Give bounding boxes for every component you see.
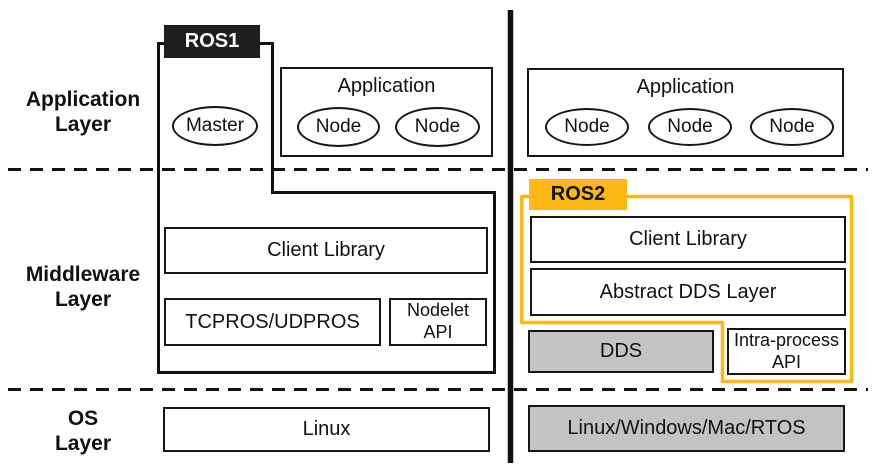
ros2-badge: ROS2 (529, 179, 627, 210)
intra-process-api-line2: API (772, 352, 801, 374)
application-layer-label-line1: Application (8, 88, 158, 113)
ros2-node-1: Node (545, 108, 629, 146)
ros1-master-node: Master (172, 106, 258, 146)
ros1-application-box: Application Node Node (280, 67, 493, 157)
ros2-abstract-dds-box: Abstract DDS Layer (530, 268, 846, 316)
ros2-intra-process-api-box: Intra-process API (727, 328, 846, 375)
middleware-layer-label-line2: Layer (8, 288, 158, 313)
os-layer-label: OS Layer (8, 407, 158, 457)
ros1-os-box: Linux (163, 407, 490, 452)
application-layer-label-line2: Layer (8, 113, 158, 138)
ros1-transport-box: TCPROS/UDPROS (164, 298, 381, 346)
ros2-node-3: Node (750, 108, 834, 146)
os-layer-label-line2: Layer (8, 432, 158, 457)
ros1-nodelet-api-box: Nodelet API (389, 298, 487, 346)
ros-architecture-diagram: Application Layer Middleware Layer OS La… (0, 0, 875, 466)
os-layer-label-line1: OS (8, 407, 158, 432)
ros2-application-box: Application Node Node Node (527, 68, 844, 157)
nodelet-api-line1: Nodelet (407, 300, 469, 322)
middleware-layer-label-line1: Middleware (8, 263, 158, 288)
ros2-node-2: Node (648, 108, 732, 146)
ros2-application-title: Application (529, 76, 842, 99)
ros2-os-box: Linux/Windows/Mac/RTOS (528, 405, 845, 452)
ros2-client-library-box: Client Library (530, 216, 846, 263)
ros1-badge: ROS1 (164, 25, 260, 58)
nodelet-api-line2: API (423, 322, 452, 344)
middleware-layer-label: Middleware Layer (8, 263, 158, 313)
ros1-node-1: Node (297, 107, 380, 147)
ros2-dds-box: DDS (528, 330, 714, 373)
ros1-application-title: Application (282, 75, 491, 98)
intra-process-api-line1: Intra-process (734, 330, 839, 352)
ros1-node-2: Node (395, 107, 480, 147)
application-layer-label: Application Layer (8, 88, 158, 138)
ros1-client-library-box: Client Library (164, 227, 488, 274)
